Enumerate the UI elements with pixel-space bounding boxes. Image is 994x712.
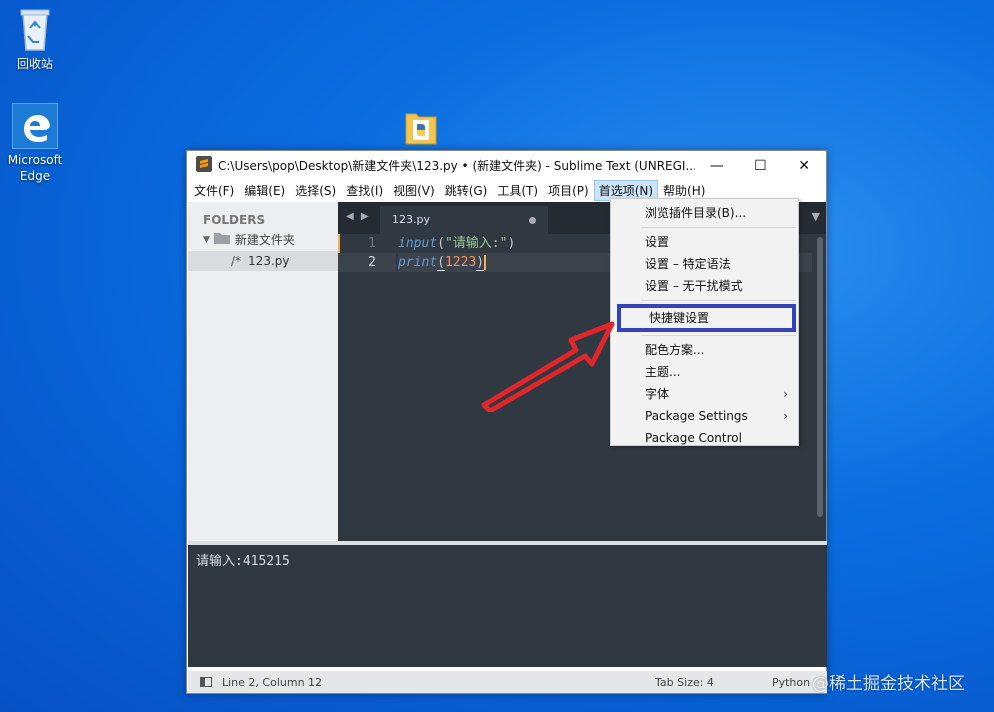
token-paren: )	[507, 236, 516, 251]
window-title: C:\Users\pop\Desktop\新建文件夹\123.py • (新建文…	[218, 159, 695, 173]
folder-name: 新建文件夹	[234, 233, 295, 247]
menu-goto[interactable]: 跳转(G)	[440, 180, 493, 201]
menu-item-theme[interactable]: 主题...	[611, 361, 798, 383]
status-bar: Line 2, Column 12 Tab Size: 4 Python	[188, 671, 827, 693]
menu-selection[interactable]: 选择(S)	[290, 180, 341, 201]
recycle-bin-icon	[15, 4, 55, 52]
folder-icon	[213, 232, 230, 247]
menu-view[interactable]: 视图(V)	[388, 180, 440, 201]
watermark: @稀土掘金技术社区	[812, 674, 965, 694]
recycle-bin-label: 回收站	[16, 57, 53, 71]
token-string: "请输入:"	[444, 236, 508, 251]
menu-separator	[641, 227, 796, 228]
chevron-right-icon: ›	[783, 387, 788, 401]
menu-item-font[interactable]: 字体 ›	[611, 383, 798, 405]
output-console[interactable]: 请输入:415215	[188, 541, 827, 667]
menu-file[interactable]: 文件(F)	[189, 180, 239, 201]
menu-item-settings-syntax[interactable]: 设置 – 特定语法	[611, 253, 798, 275]
chevron-right-icon: ›	[783, 409, 788, 423]
menu-bar: 文件(F) 编辑(E) 选择(S) 查找(I) 视图(V) 跳转(G) 工具(T…	[187, 179, 826, 201]
line-number: 2	[338, 253, 396, 272]
token-function: print	[398, 255, 438, 270]
unsaved-dot-icon[interactable]	[529, 217, 536, 224]
token-paren: )	[476, 255, 485, 271]
menu-separator	[641, 300, 796, 301]
preferences-dropdown: 浏览插件目录(B)... 设置 设置 – 特定语法 设置 – 无干扰模式 快捷键…	[610, 198, 799, 446]
menu-item-color-scheme[interactable]: 配色方案...	[611, 339, 798, 361]
text-caret	[484, 255, 487, 270]
token-number: 1223	[444, 255, 477, 270]
menu-tools[interactable]: 工具(T)	[492, 180, 543, 201]
syntax-mode[interactable]: Python	[772, 676, 810, 689]
title-bar[interactable]: C:\Users\pop\Desktop\新建文件夹\123.py • (新建文…	[187, 151, 826, 180]
menu-item-settings-distraction-free[interactable]: 设置 – 无干扰模式	[611, 275, 798, 297]
menu-project[interactable]: 项目(P)	[543, 180, 594, 201]
token-function: input	[398, 236, 438, 251]
vertical-scrollbar[interactable]	[817, 237, 823, 517]
recycle-bin-shortcut[interactable]: 回收站	[0, 4, 70, 72]
cursor-position: Line 2, Column 12	[222, 675, 323, 689]
menu-item-package-settings-label: Package Settings	[645, 409, 748, 423]
menu-separator	[641, 335, 796, 336]
panel-toggle-icon[interactable]	[200, 677, 212, 687]
tab-label: 123.py	[392, 213, 430, 226]
tab-nav-arrows[interactable]: ◀ ▶	[346, 211, 371, 222]
edge-label: Microsoft Edge	[7, 153, 63, 183]
red-arrow-annotation	[481, 321, 615, 412]
tab-dropdown-icon[interactable]: ▼	[812, 210, 820, 223]
token-paren: (	[437, 236, 445, 251]
menu-item-package-control[interactable]: Package Control	[611, 427, 798, 449]
tab-123-py[interactable]: 123.py	[380, 206, 548, 234]
sidebar: FOLDERS ▼ 新建文件夹 /* 123.py	[188, 202, 338, 541]
folders-header: FOLDERS	[203, 213, 266, 227]
sidebar-file[interactable]: /* 123.py	[188, 251, 338, 271]
menu-edit[interactable]: 编辑(E)	[239, 180, 290, 201]
file-type-icon: /*	[231, 254, 242, 268]
edge-icon	[12, 103, 58, 149]
close-button[interactable]: ✕	[782, 151, 826, 180]
menu-item-settings[interactable]: 设置	[611, 231, 798, 253]
minimize-button[interactable]: —	[695, 151, 739, 180]
menu-find[interactable]: 查找(I)	[341, 180, 388, 201]
file-name: 123.py	[248, 254, 290, 268]
menu-item-key-bindings[interactable]: 快捷键设置	[617, 304, 796, 332]
menu-item-browse-packages[interactable]: 浏览插件目录(B)...	[611, 202, 798, 224]
line-number: 1	[368, 236, 376, 251]
token-paren: (	[437, 255, 445, 271]
python-folder-icon[interactable]	[404, 106, 438, 146]
menu-item-package-settings[interactable]: Package Settings ›	[611, 405, 798, 427]
line-gutter: 1 2	[338, 234, 396, 272]
sidebar-folder[interactable]: ▼ 新建文件夹	[188, 227, 338, 248]
sublime-logo-icon	[196, 156, 212, 175]
console-output: 请输入:415215	[196, 554, 290, 569]
chevron-down-icon[interactable]: ▼	[203, 235, 210, 245]
edge-shortcut[interactable]: Microsoft Edge	[0, 103, 70, 184]
maximize-button[interactable]: ☐	[739, 151, 783, 180]
tab-size[interactable]: Tab Size: 4	[655, 676, 714, 689]
menu-item-font-label: 字体	[645, 387, 670, 401]
